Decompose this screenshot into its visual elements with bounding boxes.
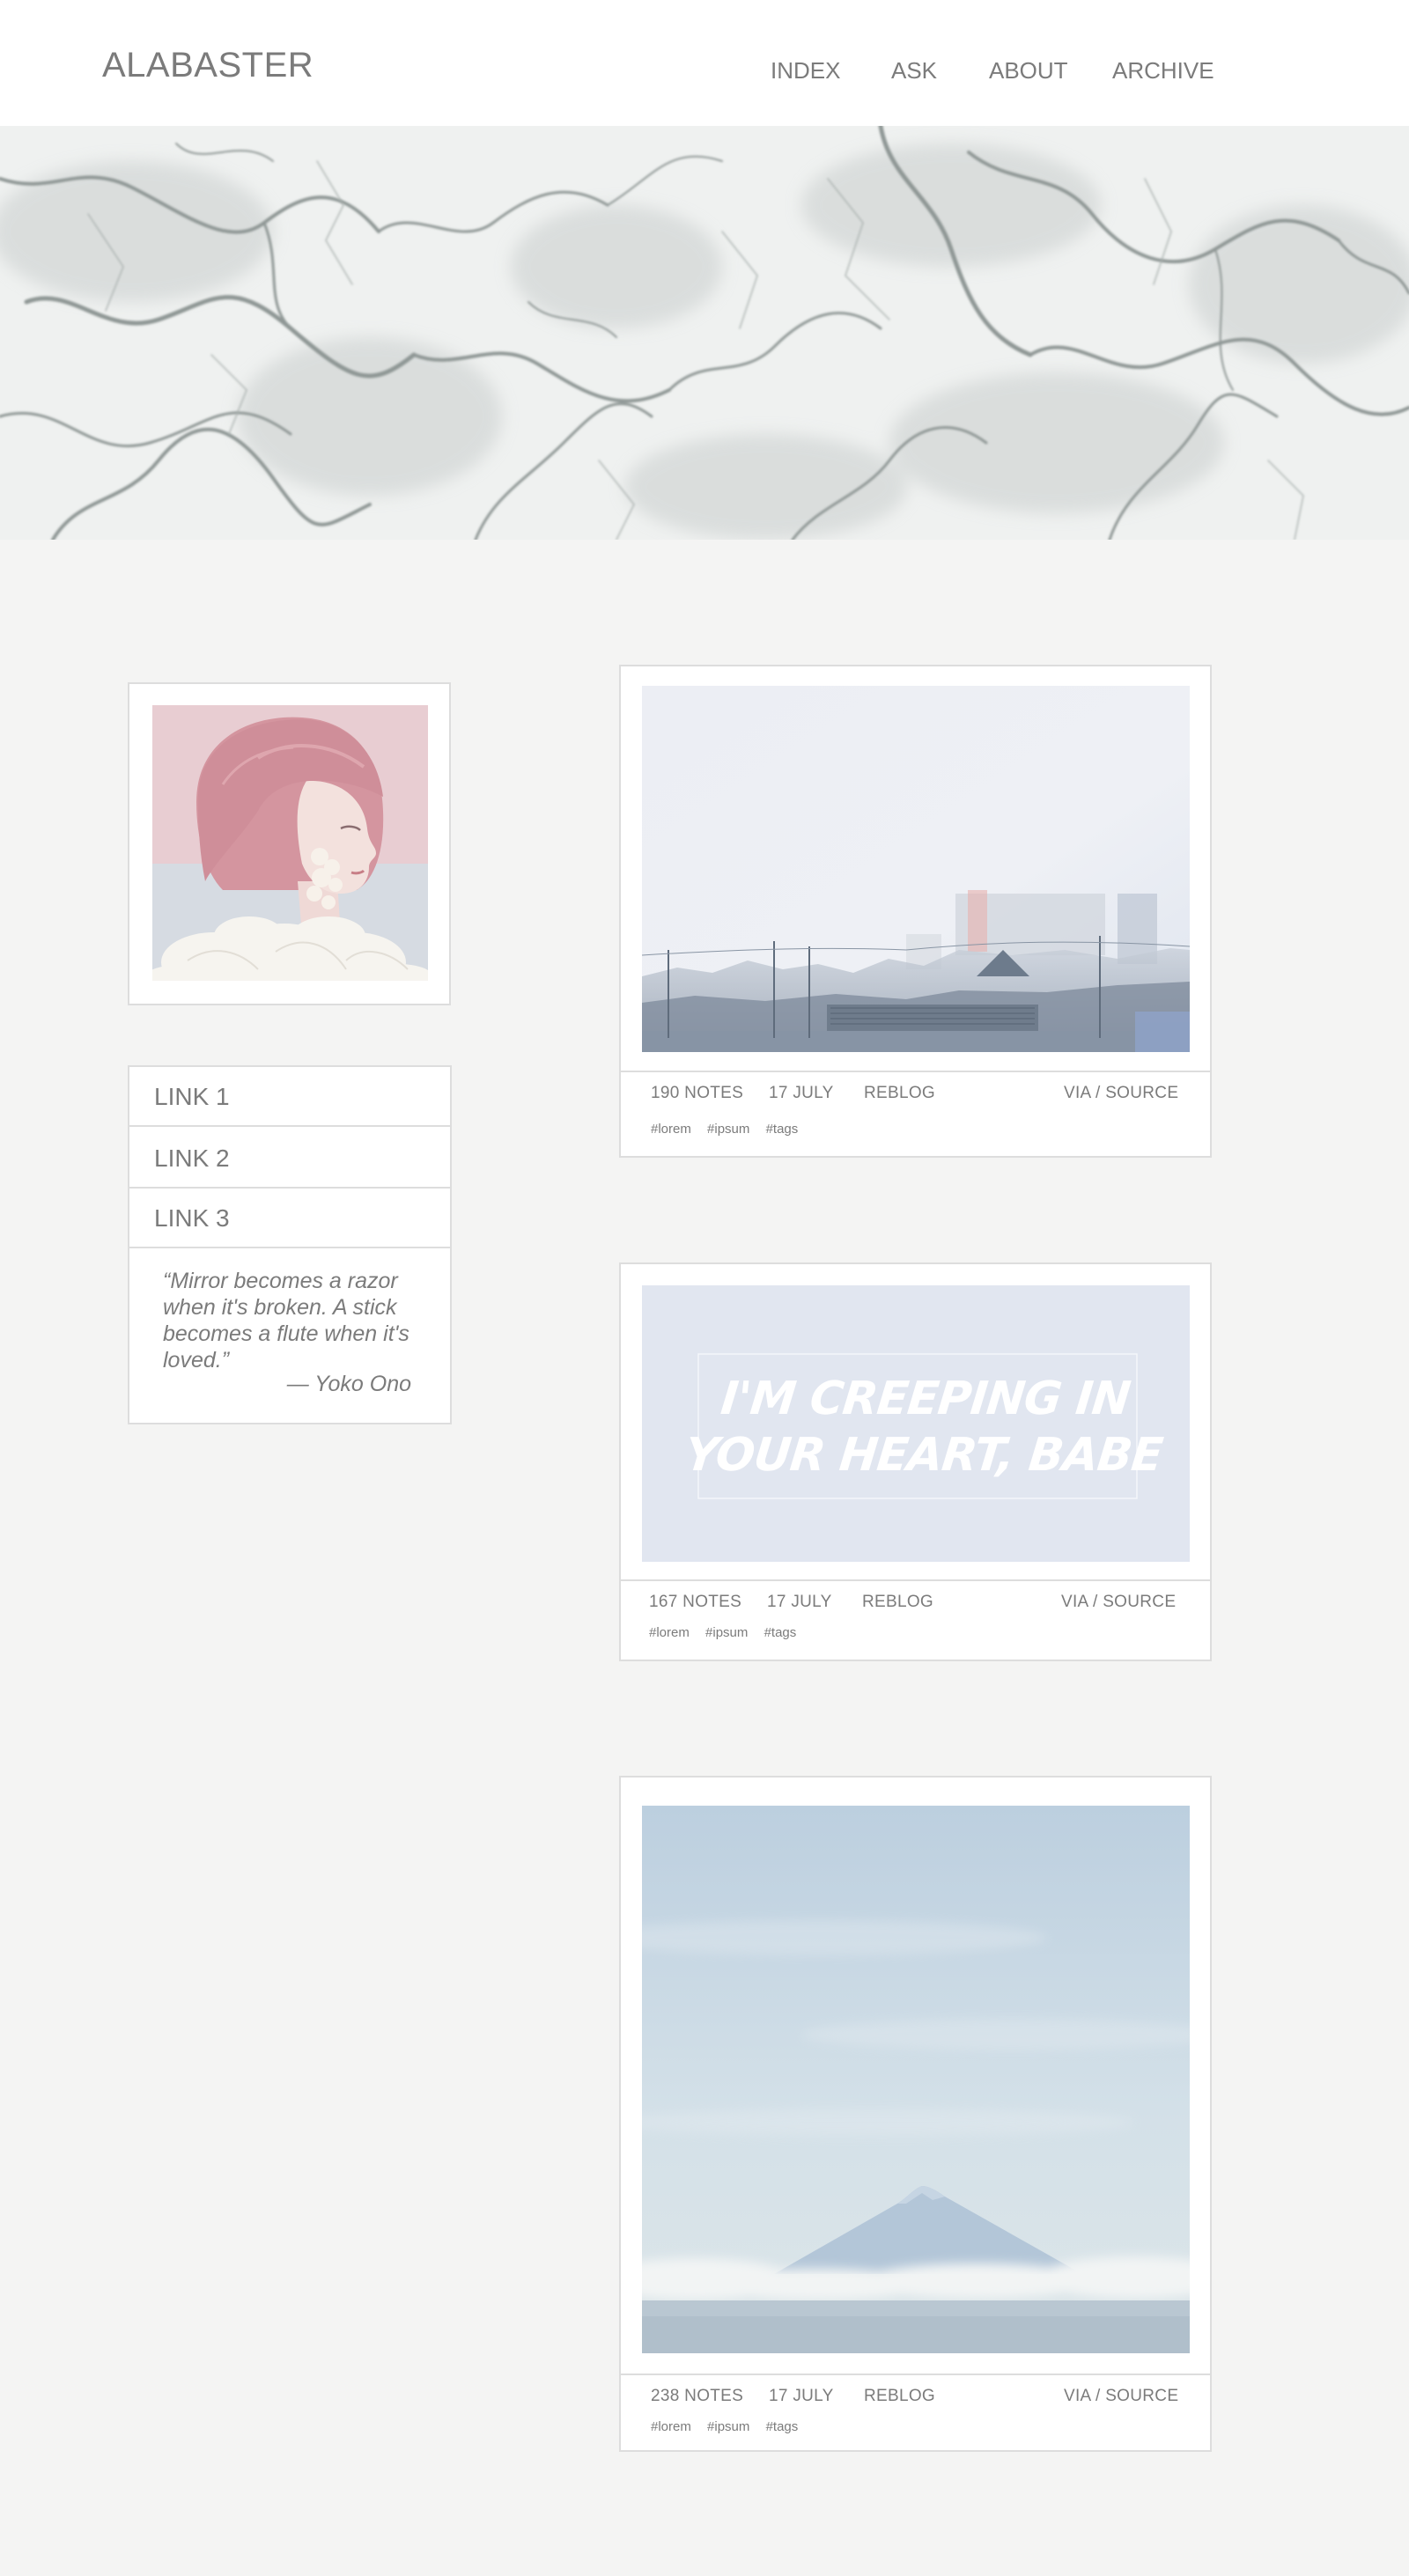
image-text-line-1: I'M CREEPING IN xyxy=(719,1373,1132,1425)
nav-archive[interactable]: ARCHIVE xyxy=(1112,57,1214,85)
sidebar-quote: “Mirror becomes a razor when it's broken… xyxy=(163,1269,409,1373)
via-source-link[interactable]: VIA / SOURCE xyxy=(1064,2387,1178,2406)
post-photo-foggy-city[interactable] xyxy=(642,686,1190,1052)
photo-post-text-graphic: I'M CREEPING IN YOUR HEART, BABE 167 NOT… xyxy=(619,1262,1212,1661)
sidebar-links-card: LINK 1 LINK 2 LINK 3 “Mirror becomes a r… xyxy=(128,1065,452,1424)
tag-list: #lorem #ipsum #tags xyxy=(649,1625,808,1640)
tag-link[interactable]: #lorem xyxy=(651,2419,691,2434)
text-graphic-image: I'M CREEPING IN YOUR HEART, BABE xyxy=(642,1285,1190,1562)
image-text-line-2: YOUR HEART, BABE xyxy=(682,1429,1165,1482)
tag-link[interactable]: #ipsum xyxy=(705,1625,748,1640)
reblog-link[interactable]: REBLOG xyxy=(864,1084,935,1103)
post-meta: 167 NOTES 17 JULY REBLOG VIA / SOURCE #l… xyxy=(621,1579,1210,1660)
marble-texture xyxy=(0,126,1409,540)
photo-post-mountain: 238 NOTES 17 JULY REBLOG VIA / SOURCE #l… xyxy=(619,1776,1212,2452)
avatar-illustration xyxy=(152,705,428,981)
nav-about[interactable]: ABOUT xyxy=(989,57,1068,85)
reblog-link[interactable]: REBLOG xyxy=(864,2387,935,2406)
post-meta: 238 NOTES 17 JULY REBLOG VIA / SOURCE #l… xyxy=(621,2374,1210,2450)
post-photo-text-graphic[interactable]: I'M CREEPING IN YOUR HEART, BABE xyxy=(642,1285,1190,1562)
notes-count[interactable]: 238 NOTES xyxy=(651,2387,743,2406)
avatar-card xyxy=(128,682,451,1005)
tag-list: #lorem #ipsum #tags xyxy=(651,2419,810,2434)
sidebar-link-1[interactable]: LINK 1 xyxy=(129,1067,450,1127)
tag-link[interactable]: #ipsum xyxy=(707,2419,749,2434)
quote-author: — Yoko Ono xyxy=(286,1372,411,1396)
tag-link[interactable]: #lorem xyxy=(651,1122,691,1137)
post-date[interactable]: 17 JULY xyxy=(769,1084,834,1103)
tag-link[interactable]: #tags xyxy=(764,1625,797,1640)
post-photo-mountain[interactable] xyxy=(642,1806,1190,2353)
tag-link[interactable]: #lorem xyxy=(649,1625,690,1640)
blog-title[interactable]: ALABASTER xyxy=(102,46,314,85)
post-date[interactable]: 17 JULY xyxy=(769,2387,834,2406)
foggy-city-image xyxy=(642,686,1190,1052)
photo-post-city: 190 NOTES 17 JULY REBLOG VIA / SOURCE #l… xyxy=(619,665,1212,1158)
header-banner-image xyxy=(0,126,1409,540)
sidebar-link-2[interactable]: LINK 2 xyxy=(129,1129,450,1189)
top-bar: ALABASTER INDEX ASK ABOUT ARCHIVE xyxy=(0,0,1409,126)
sidebar-link-3[interactable]: LINK 3 xyxy=(129,1189,450,1248)
reblog-link[interactable]: REBLOG xyxy=(862,1593,933,1612)
tag-link[interactable]: #tags xyxy=(766,2419,799,2434)
mountain-image xyxy=(642,1806,1190,2353)
tag-list: #lorem #ipsum #tags xyxy=(651,1122,810,1137)
tag-link[interactable]: #ipsum xyxy=(707,1122,749,1137)
post-meta: 190 NOTES 17 JULY REBLOG VIA / SOURCE #l… xyxy=(621,1071,1210,1156)
notes-count[interactable]: 167 NOTES xyxy=(649,1593,741,1612)
nav-index[interactable]: INDEX xyxy=(771,57,840,85)
via-source-link[interactable]: VIA / SOURCE xyxy=(1061,1593,1176,1612)
notes-count[interactable]: 190 NOTES xyxy=(651,1084,743,1103)
post-date[interactable]: 17 JULY xyxy=(767,1593,832,1612)
via-source-link[interactable]: VIA / SOURCE xyxy=(1064,1084,1178,1103)
tag-link[interactable]: #tags xyxy=(766,1122,799,1137)
nav-ask[interactable]: ASK xyxy=(891,57,937,85)
